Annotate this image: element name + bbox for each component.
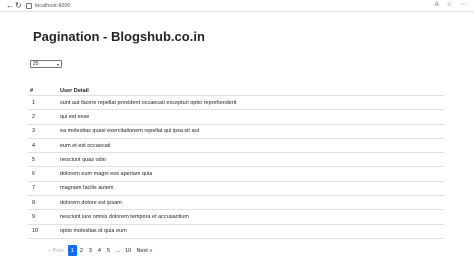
row-user-detail: dolorem eum magni eos aperiam quia	[60, 166, 444, 182]
site-info-icon[interactable]	[26, 2, 32, 9]
pagination-ellipsis: ...	[115, 247, 121, 254]
page-button-2[interactable]: 2	[77, 245, 86, 256]
row-user-detail: nesciunt quas odio	[60, 152, 444, 168]
page-size-select[interactable]: 25 ▾	[30, 60, 62, 68]
row-number: 4	[28, 138, 60, 154]
table-row: 6 dolorem eum magni eos aperiam quia	[28, 166, 444, 182]
row-number: 5	[28, 152, 60, 168]
address-url: localhost:4200	[35, 2, 71, 9]
browser-toolbar: ← ↻ localhost:4200 A ☆ ⋯	[0, 0, 474, 12]
row-number: 6	[28, 166, 60, 182]
table-row: 9 nesciunt iure omnis dolorem tempora et …	[28, 209, 444, 225]
column-header-number: #	[28, 86, 60, 96]
table-row: 1 sunt aut facere repellat provident occa…	[28, 95, 444, 111]
row-user-detail: optio molestias id quia eum	[60, 224, 444, 239]
page-button-1[interactable]: 1	[67, 245, 77, 256]
page-button-5[interactable]: 5	[104, 245, 113, 256]
column-header-user-detail: User Detail	[60, 86, 444, 96]
row-number: 1	[28, 95, 60, 111]
users-table: # User Detail 1 sunt aut facere repellat …	[28, 86, 444, 239]
table-row: 10 optio molestias id quia eum	[28, 224, 444, 239]
next-page-button[interactable]: Next »	[133, 245, 157, 256]
page-button-10[interactable]: 10	[124, 245, 133, 256]
page-button-4[interactable]: 4	[95, 245, 104, 256]
row-number: 7	[28, 181, 60, 197]
table-row: 5 nesciunt quas odio	[28, 152, 444, 168]
address-bar[interactable]: localhost:4200	[26, 1, 70, 10]
page-size-value: 25	[33, 61, 39, 67]
chevron-down-icon: ▾	[56, 61, 59, 67]
page-title: Pagination - Blogshub.co.in	[33, 29, 205, 44]
refresh-icon[interactable]: ↻	[15, 1, 22, 10]
row-number: 9	[28, 209, 60, 225]
table-row: 3 ea molestias quasi exercitationem repel…	[28, 124, 444, 139]
row-user-detail: sunt aut facere repellat provident occae…	[60, 95, 444, 111]
more-icon[interactable]: ⋯	[460, 1, 466, 10]
table-header-row: # User Detail	[28, 86, 444, 96]
row-user-detail: ea molestias quasi exercitationem repell…	[60, 124, 444, 139]
row-number: 10	[28, 224, 60, 239]
row-user-detail: nesciunt iure omnis dolorem tempora et a…	[60, 209, 444, 225]
back-arrow-icon[interactable]: ←	[6, 1, 14, 10]
prev-page-button[interactable]: « Prev	[44, 245, 68, 256]
row-user-detail: qui est esse	[60, 109, 444, 125]
table-row: 8 dolorem dolore est ipsam	[28, 195, 444, 211]
table-body: 1 sunt aut facere repellat provident occa…	[28, 95, 444, 239]
table-row: 4 eum et est occaecati	[28, 138, 444, 154]
favorite-icon[interactable]: ☆	[447, 1, 452, 10]
row-number: 3	[28, 124, 60, 139]
table-row: 7 magnam facilis autem	[28, 181, 444, 197]
row-number: 2	[28, 109, 60, 125]
table-row: 2 qui est esse	[28, 109, 444, 125]
row-user-detail: magnam facilis autem	[60, 181, 444, 197]
read-aloud-icon[interactable]: A	[435, 1, 439, 10]
page-button-3[interactable]: 3	[86, 245, 95, 256]
browser-actions: A ☆ ⋯	[435, 1, 466, 10]
row-user-detail: eum et est occaecati	[60, 138, 444, 154]
row-user-detail: dolorem dolore est ipsam	[60, 195, 444, 211]
pagination: « Prev 1 2 3 4 5 ... 10 Next »	[44, 245, 156, 256]
row-number: 8	[28, 195, 60, 211]
